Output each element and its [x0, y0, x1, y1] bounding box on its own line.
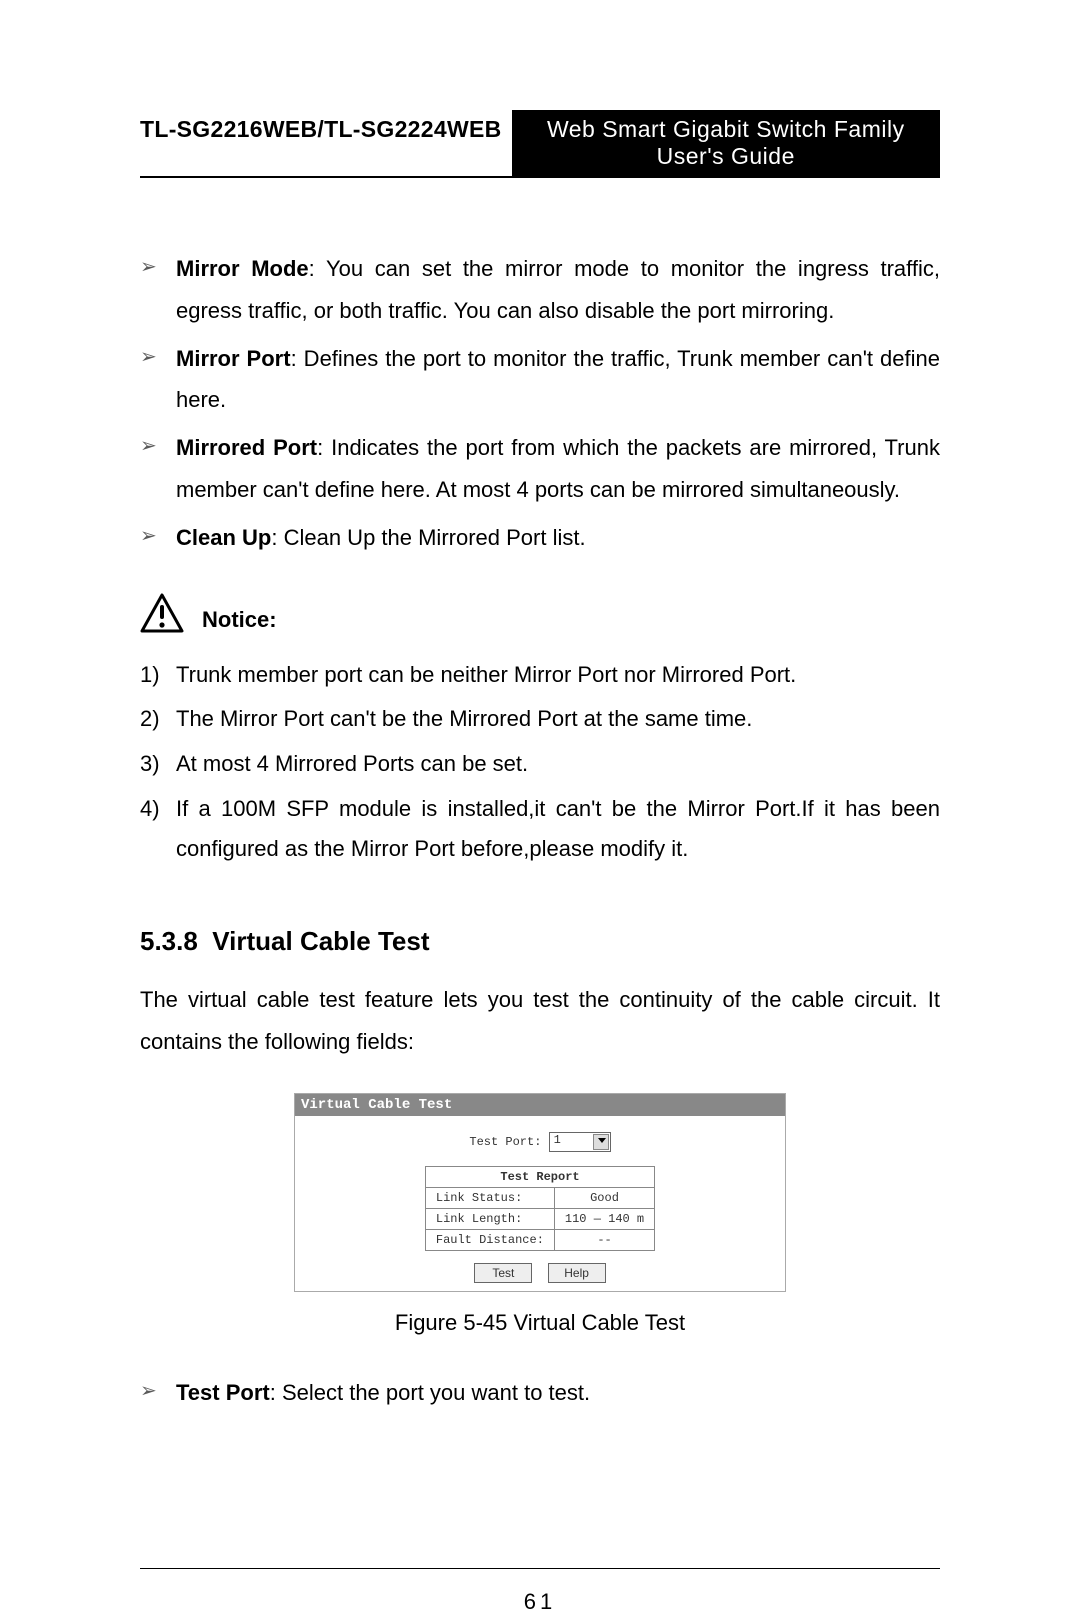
help-button[interactable]: Help: [548, 1263, 606, 1283]
def-desc: : Defines the port to monitor the traffi…: [176, 346, 940, 413]
row-value: --: [554, 1229, 654, 1250]
def-desc: : Select the port you want to test.: [270, 1380, 590, 1405]
header-model: TL-SG2216WEB/TL-SG2224WEB: [140, 110, 512, 176]
row-label: Link Status:: [425, 1187, 554, 1208]
report-header: Test Report: [425, 1166, 654, 1187]
notice-item: 2)The Mirror Port can't be the Mirrored …: [176, 699, 940, 740]
def-item: Test Port: Select the port you want to t…: [176, 1372, 940, 1414]
row-value: 110 — 140 m: [554, 1208, 654, 1229]
page-number: 61: [140, 1568, 940, 1615]
vct-port-row: Test Port: 1: [301, 1132, 779, 1152]
row-label: Fault Distance:: [425, 1229, 554, 1250]
def-term: Clean Up: [176, 525, 271, 550]
section-number: 5.3.8: [140, 926, 198, 956]
vct-panel: Virtual Cable Test Test Port: 1 Test Rep…: [294, 1093, 786, 1292]
test-port-select[interactable]: 1: [549, 1132, 611, 1152]
def-desc: : Clean Up the Mirrored Port list.: [271, 525, 585, 550]
definition-list-2: Test Port: Select the port you want to t…: [140, 1372, 940, 1414]
table-row: Fault Distance: --: [425, 1229, 654, 1250]
def-item: Mirror Mode: You can set the mirror mode…: [176, 248, 940, 332]
notice-block: Notice: 1)Trunk member port can be neith…: [140, 593, 940, 870]
def-term: Mirrored Port: [176, 435, 317, 460]
table-row: Link Status: Good: [425, 1187, 654, 1208]
warning-icon: [140, 593, 184, 633]
test-port-value: 1: [554, 1133, 561, 1147]
table-row: Link Length: 110 — 140 m: [425, 1208, 654, 1229]
section-intro: The virtual cable test feature lets you …: [140, 979, 940, 1063]
test-report-table: Test Report Link Status: Good Link Lengt…: [425, 1166, 655, 1251]
def-item: Clean Up: Clean Up the Mirrored Port lis…: [176, 517, 940, 559]
notice-title: Notice:: [202, 607, 277, 633]
section-title: Virtual Cable Test: [212, 926, 429, 956]
vct-panel-title: Virtual Cable Test: [295, 1094, 785, 1116]
page-header: TL-SG2216WEB/TL-SG2224WEB Web Smart Giga…: [140, 110, 940, 178]
def-term: Test Port: [176, 1380, 270, 1405]
row-label: Link Length:: [425, 1208, 554, 1229]
header-title: Web Smart Gigabit Switch Family User's G…: [512, 110, 940, 176]
test-button[interactable]: Test: [474, 1263, 532, 1283]
notice-item: 1)Trunk member port can be neither Mirro…: [176, 655, 940, 696]
section-heading: 5.3.8 Virtual Cable Test: [140, 926, 940, 957]
definition-list: Mirror Mode: You can set the mirror mode…: [140, 248, 940, 559]
notice-item: 3)At most 4 Mirrored Ports can be set.: [176, 744, 940, 785]
vct-button-row: Test Help: [301, 1263, 779, 1283]
def-item: Mirror Port: Defines the port to monitor…: [176, 338, 940, 422]
row-value: Good: [554, 1187, 654, 1208]
def-item: Mirrored Port: Indicates the port from w…: [176, 427, 940, 511]
def-term: Mirror Port: [176, 346, 291, 371]
notice-item: 4) If a 100M SFP module is installed,it …: [176, 789, 940, 870]
chevron-down-icon: [598, 1138, 606, 1143]
figure-caption: Figure 5-45 Virtual Cable Test: [140, 1310, 940, 1336]
def-term: Mirror Mode: [176, 256, 309, 281]
test-port-label: Test Port:: [469, 1135, 541, 1149]
page-content: TL-SG2216WEB/TL-SG2224WEB Web Smart Giga…: [140, 110, 940, 1435]
notice-list: 1)Trunk member port can be neither Mirro…: [140, 655, 940, 870]
